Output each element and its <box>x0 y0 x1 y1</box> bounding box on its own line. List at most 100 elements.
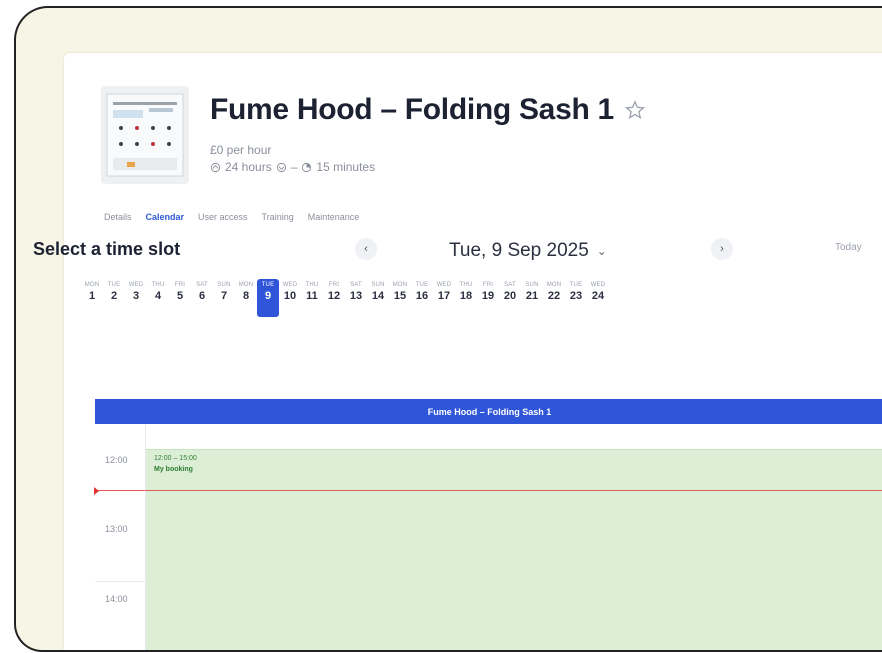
day-of-week: SAT <box>350 282 362 288</box>
day-of-week: FRI <box>174 282 186 288</box>
timer-icon <box>302 162 312 172</box>
day-cell[interactable]: THU 11 <box>301 279 323 317</box>
day-cell[interactable]: TUE 9 <box>257 279 279 317</box>
day-number: 9 <box>264 290 272 302</box>
day-cell[interactable]: WED 3 <box>125 279 147 317</box>
day-of-week: SUN <box>525 282 539 288</box>
tab-user-access[interactable]: User access <box>198 210 248 224</box>
today-button[interactable]: Today <box>835 242 862 253</box>
duration-separator: – <box>290 160 298 174</box>
current-date: Tue, 9 Sep 2025 <box>449 240 589 261</box>
date-picker[interactable]: Tue, 9 Sep 2025 ⌄ <box>449 240 607 262</box>
duration-meta: 24 hours – 15 minutes <box>210 160 375 174</box>
day-cell[interactable]: SUN 7 <box>213 279 235 317</box>
booking-label: My booking <box>154 466 193 473</box>
day-number: 18 <box>459 290 473 302</box>
resource-thumbnail <box>101 86 189 184</box>
tab-maintenance[interactable]: Maintenance <box>308 210 360 224</box>
day-cell[interactable]: FRI 19 <box>477 279 499 317</box>
price-text: £0 per hour <box>210 143 272 157</box>
day-cell[interactable]: WED 24 <box>587 279 609 317</box>
day-of-week: THU <box>459 282 473 288</box>
day-cell[interactable]: THU 4 <box>147 279 169 317</box>
hour-divider <box>95 581 146 582</box>
current-time-marker-icon <box>94 487 99 495</box>
day-cell[interactable]: SAT 20 <box>499 279 521 317</box>
day-of-week: MON <box>392 282 408 288</box>
day-number: 20 <box>503 290 517 302</box>
day-cell[interactable]: SUN 21 <box>521 279 543 317</box>
day-number: 23 <box>569 290 583 302</box>
day-of-week: WED <box>128 282 144 288</box>
day-number: 4 <box>154 290 162 302</box>
favorite-star-icon[interactable] <box>624 99 646 121</box>
day-of-week: MON <box>238 282 254 288</box>
day-cell[interactable]: WED 17 <box>433 279 455 317</box>
tab-training[interactable]: Training <box>262 210 294 224</box>
day-cell[interactable]: WED 10 <box>279 279 301 317</box>
day-cell[interactable]: MON 22 <box>543 279 565 317</box>
day-number: 22 <box>547 290 561 302</box>
day-number: 21 <box>525 290 539 302</box>
day-of-week: MON <box>84 282 100 288</box>
next-date-button[interactable]: › <box>711 238 733 260</box>
day-cell[interactable]: TUE 2 <box>103 279 125 317</box>
day-of-week: WED <box>436 282 452 288</box>
day-cell[interactable]: TUE 23 <box>565 279 587 317</box>
day-number: 3 <box>132 290 140 302</box>
day-number: 17 <box>437 290 451 302</box>
day-cell[interactable]: SUN 14 <box>367 279 389 317</box>
time-label-12: 12:00 <box>105 455 128 465</box>
min-duration-arrow-icon <box>276 162 286 172</box>
time-label-13: 13:00 <box>105 524 128 534</box>
max-duration-icon <box>210 162 221 172</box>
day-number: 2 <box>110 290 118 302</box>
day-cell[interactable]: MON 15 <box>389 279 411 317</box>
day-of-week: WED <box>282 282 298 288</box>
select-time-slot-heading: Select a time slot <box>33 239 181 259</box>
day-of-week: FRI <box>328 282 340 288</box>
day-of-week: THU <box>151 282 165 288</box>
day-cell[interactable]: MON 1 <box>81 279 103 317</box>
day-number: 8 <box>242 290 250 302</box>
day-cell[interactable]: MON 8 <box>235 279 257 317</box>
day-of-week: SUN <box>217 282 231 288</box>
day-number: 13 <box>349 290 363 302</box>
resource-column-header: Fume Hood – Folding Sash 1 <box>95 399 882 424</box>
day-number: 1 <box>88 290 96 302</box>
resource-tabs: Details Calendar User access Training Ma… <box>104 210 359 224</box>
day-of-week: WED <box>590 282 606 288</box>
min-duration: 15 minutes <box>316 160 376 174</box>
day-cell[interactable]: SAT 13 <box>345 279 367 317</box>
day-of-week: TUE <box>107 282 121 288</box>
day-of-week: SAT <box>196 282 208 288</box>
day-of-week: THU <box>305 282 319 288</box>
day-of-week: TUE <box>569 282 583 288</box>
current-time-line <box>95 490 882 491</box>
day-cell[interactable]: FRI 5 <box>169 279 191 317</box>
time-label-14: 14:00 <box>105 594 128 604</box>
day-strip: MON 1 TUE 2 WED 3 THU 4 FRI 5 SAT 6 SUN 7 MON 8 TUE 9 WED 1… <box>81 279 609 317</box>
day-number: 7 <box>220 290 228 302</box>
tab-calendar[interactable]: Calendar <box>146 210 185 224</box>
day-of-week: SUN <box>371 282 385 288</box>
day-number: 15 <box>393 290 407 302</box>
prev-date-button[interactable]: ‹ <box>355 238 377 260</box>
screenshot-frame: Fume Hood – Folding Sash 1 £0 per hour 2… <box>14 6 882 652</box>
day-of-week: SAT <box>504 282 516 288</box>
tab-details[interactable]: Details <box>104 210 132 224</box>
day-cell[interactable]: THU 18 <box>455 279 477 317</box>
chevron-down-icon: ⌄ <box>596 244 607 258</box>
page-title: Fume Hood – Folding Sash 1 <box>210 93 614 126</box>
day-number: 6 <box>198 290 206 302</box>
day-cell[interactable]: FRI 12 <box>323 279 345 317</box>
day-number: 19 <box>481 290 495 302</box>
day-cell[interactable]: TUE 16 <box>411 279 433 317</box>
booking-time: 12:00 – 15:00 <box>154 455 197 462</box>
day-of-week: MON <box>546 282 562 288</box>
day-number: 11 <box>306 290 318 302</box>
day-cell[interactable]: SAT 6 <box>191 279 213 317</box>
day-of-week: TUE <box>415 282 429 288</box>
day-number: 16 <box>415 290 429 302</box>
booking-block[interactable]: 12:00 – 15:00 My booking <box>146 449 882 650</box>
